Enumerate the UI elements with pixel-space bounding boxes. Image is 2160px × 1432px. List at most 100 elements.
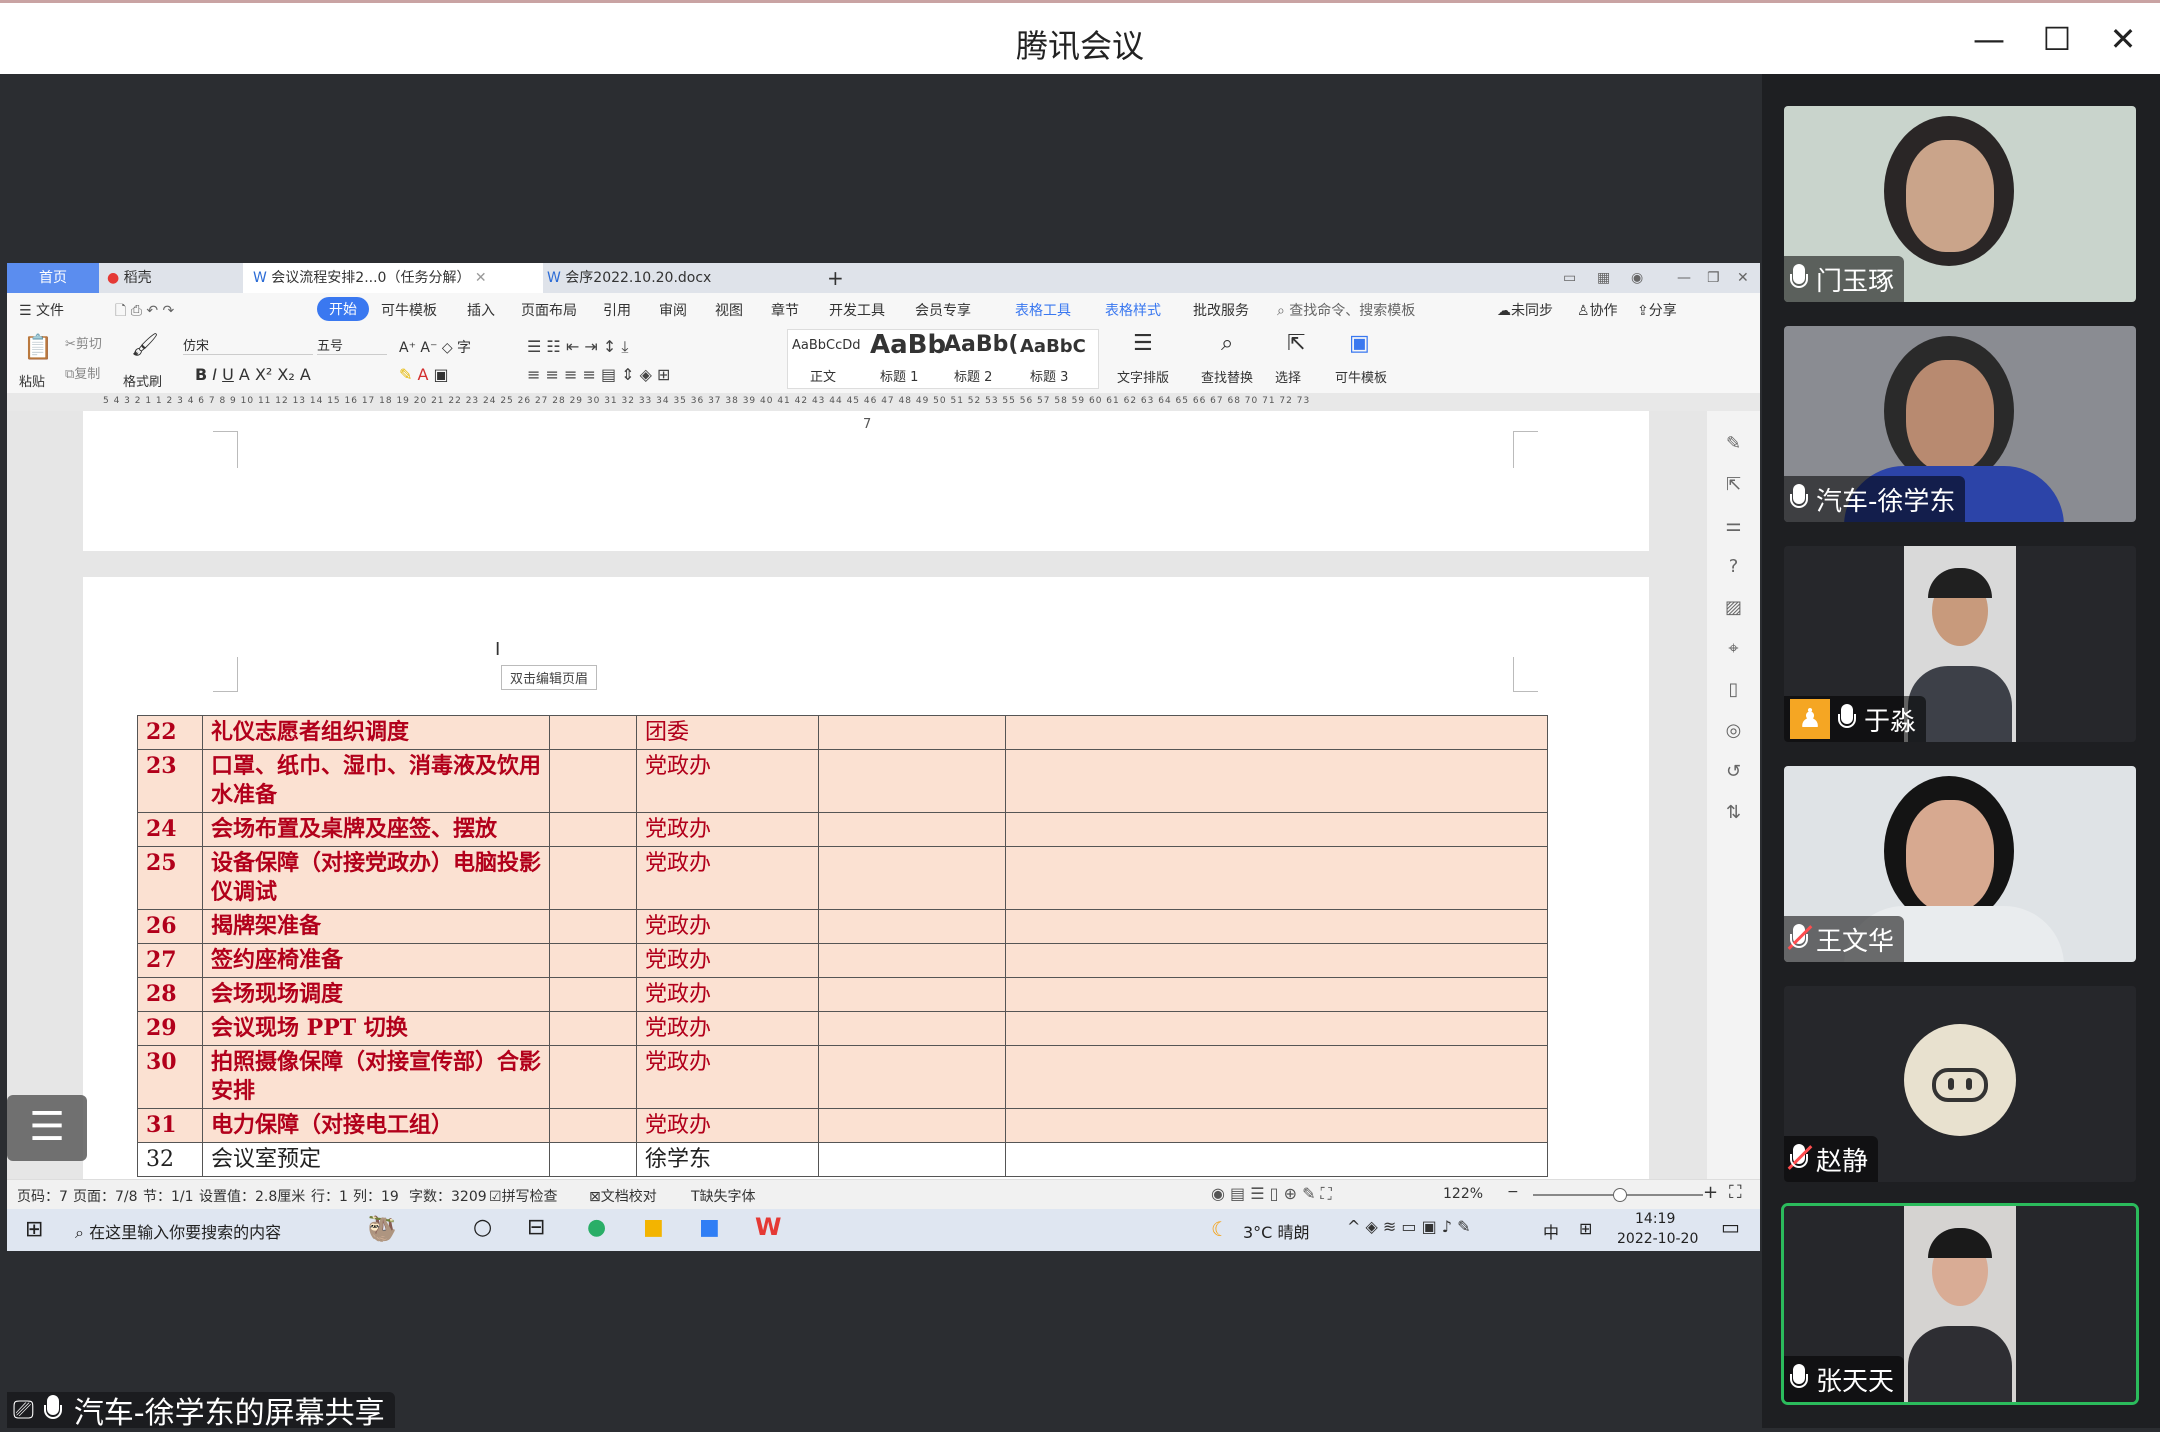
font-select[interactable]: 仿宋 [183, 335, 313, 355]
tab-doc2[interactable]: W 会序2022.10.20.docx [537, 263, 721, 293]
sort-icon[interactable]: ⇅ [1707, 792, 1760, 833]
avatar-icon[interactable]: ◉ [1621, 263, 1653, 293]
table-row[interactable]: 26 揭牌架准备 党政办 [137, 909, 1548, 944]
table-cell-empty[interactable] [818, 943, 1006, 978]
table-cell-no[interactable]: 30 [137, 1045, 203, 1109]
table-cell-no[interactable]: 23 [137, 749, 203, 813]
table-cell-dept[interactable]: 党政办 [636, 812, 819, 847]
table-cell-dept[interactable]: 党政办 [636, 977, 819, 1012]
paste-icon[interactable]: 📋 [23, 333, 53, 361]
missing-font-button[interactable]: T缺失字体 [691, 1186, 756, 1206]
tab-close-icon[interactable]: ✕ [475, 270, 487, 286]
table-cell-empty[interactable] [818, 749, 1006, 813]
horizontal-ruler[interactable]: 5 4 3 2 1 1 2 3 4 6 7 8 9 10 11 12 13 14… [7, 393, 1760, 411]
table-cell-task[interactable]: 揭牌架准备 [202, 909, 550, 944]
clock-time[interactable]: 14:19 [1635, 1211, 1675, 1227]
text-layout-icon[interactable]: ☰ [1133, 331, 1153, 356]
font-size-adjust-buttons[interactable]: A⁺ A⁻ ◇ 字 [399, 337, 471, 357]
table-cell-empty[interactable] [1005, 812, 1548, 847]
pen-icon[interactable]: ✎ [1707, 423, 1760, 464]
style-h3[interactable]: 标题 3 [1030, 366, 1068, 385]
meeting-app-icon[interactable]: ■ [699, 1215, 720, 1240]
table-cell-empty[interactable] [1005, 977, 1548, 1012]
highlight-color-buttons[interactable]: ✎ A ▣ [399, 365, 449, 384]
taskbar-search[interactable]: ⌕ 在这里输入你要搜索的内容 [75, 1219, 281, 1243]
wps-minimize-icon[interactable]: — [1667, 263, 1701, 293]
template-button[interactable]: 可牛模板 [1335, 367, 1387, 386]
menu-start[interactable]: 开始 [317, 297, 369, 321]
wechat-icon[interactable]: ● [587, 1215, 606, 1240]
table-cell-empty[interactable] [549, 977, 637, 1012]
table-cell-empty[interactable] [818, 1142, 1006, 1177]
style-h1[interactable]: 标题 1 [880, 366, 918, 385]
table-cell-empty[interactable] [1005, 909, 1548, 944]
share-button[interactable]: ⇪分享 [1637, 300, 1677, 320]
copy-button[interactable]: ⧉复制 [65, 363, 100, 382]
participant-tile[interactable]: 王文华 [1784, 766, 2136, 962]
collab-button[interactable]: ♙协作 [1577, 300, 1618, 320]
table-cell-empty[interactable] [1005, 1108, 1548, 1143]
tab-daoke[interactable]: ● 稻壳 [97, 263, 162, 293]
table-cell-empty[interactable] [1005, 846, 1548, 910]
table-cell-empty[interactable] [549, 846, 637, 910]
tab-home[interactable]: 首页 [7, 263, 99, 293]
format-painter-button[interactable]: 格式刷 [123, 371, 162, 390]
table-row[interactable]: 31 电力保障（对接电工组） 党政办 [137, 1108, 1548, 1143]
clock-date[interactable]: 2022-10-20 [1617, 1231, 1698, 1247]
spell-check-button[interactable]: ☑拼写检查 [489, 1186, 558, 1206]
grid-icon[interactable]: ▦ [1587, 263, 1620, 293]
table-cell-task[interactable]: 会议室预定 [202, 1142, 550, 1177]
table-row[interactable]: 24 会场布置及桌牌及座签、摆放 党政办 [137, 812, 1548, 847]
table-row[interactable]: 32 会议室预定 徐学东 [137, 1142, 1548, 1177]
table-cell-task[interactable]: 会场布置及桌牌及座签、摆放 [202, 812, 550, 847]
table-cell-dept[interactable]: 党政办 [636, 749, 819, 813]
table-cell-dept[interactable]: 党政办 [636, 1011, 819, 1046]
table-cell-empty[interactable] [818, 909, 1006, 944]
menu-review[interactable]: 审阅 [659, 300, 687, 320]
book-icon[interactable]: ▯ [1707, 669, 1760, 710]
table-cell-dept[interactable]: 徐学东 [636, 1142, 819, 1177]
table-cell-dept[interactable]: 团委 [636, 715, 819, 750]
menu-layout[interactable]: 页面布局 [521, 300, 577, 320]
table-cell-empty[interactable] [1005, 749, 1548, 813]
proof-button[interactable]: ⊠文档校对 [589, 1186, 657, 1206]
menu-tabletools[interactable]: 表格工具 [1015, 300, 1071, 320]
table-cell-empty[interactable] [818, 812, 1006, 847]
quick-access-icons[interactable]: 🗋 ⎙ ↶ ↷ [115, 300, 174, 324]
fullscreen-icon[interactable]: ⛶ [1729, 1182, 1742, 1203]
help-icon[interactable]: ? [1707, 546, 1760, 587]
find-replace-button[interactable]: 查找替换 [1201, 367, 1253, 386]
search-command[interactable]: ⌕ 查找命令、搜索模板 [1277, 300, 1415, 320]
menu-member[interactable]: 会员专享 [915, 300, 971, 320]
new-tab-button[interactable]: + [817, 263, 854, 293]
zoom-out-icon[interactable]: − [1507, 1184, 1519, 1200]
table-cell-empty[interactable] [818, 1011, 1006, 1046]
text-format-buttons[interactable]: B I U A X² X₂ A [195, 365, 311, 384]
menu-tablestyle[interactable]: 表格样式 [1105, 300, 1161, 320]
table-cell-task[interactable]: 口罩、纸巾、湿巾、消毒液及饮用水准备 [202, 749, 550, 813]
paste-button[interactable]: 粘贴 [19, 371, 45, 390]
table-cell-no[interactable]: 27 [137, 943, 203, 978]
table-cell-empty[interactable] [1005, 1142, 1548, 1177]
participant-tile[interactable]: 门玉琢 [1784, 106, 2136, 302]
zoom-level[interactable]: 122% [1443, 1186, 1483, 1202]
table-cell-empty[interactable] [1005, 1011, 1548, 1046]
table-cell-task[interactable]: 设备保障（对接党政办）电脑投影仪调试 [202, 846, 550, 910]
table-cell-empty[interactable] [549, 1045, 637, 1109]
table-cell-empty[interactable] [818, 715, 1006, 750]
table-cell-no[interactable]: 31 [137, 1108, 203, 1143]
table-cell-task[interactable]: 电力保障（对接电工组） [202, 1108, 550, 1143]
close-button[interactable]: ✕ [2098, 17, 2148, 61]
pointer-icon[interactable]: ⇱ [1707, 464, 1760, 505]
tab-doc1[interactable]: W 会议流程安排2...0（任务分解） ✕ [243, 263, 543, 293]
menu-file[interactable]: ☰ 文件 [19, 300, 64, 320]
location-icon[interactable]: ⌖ [1707, 628, 1760, 669]
table-cell-no[interactable]: 25 [137, 846, 203, 910]
table-cell-task[interactable]: 拍照摄像保障（对接宣传部）合影安排 [202, 1045, 550, 1109]
table-cell-dept[interactable]: 党政办 [636, 909, 819, 944]
table-row[interactable]: 22 礼仪志愿者组织调度 团委 [137, 715, 1548, 750]
table-cell-task[interactable]: 签约座椅准备 [202, 943, 550, 978]
image-icon[interactable]: ▨ [1707, 587, 1760, 628]
zoom-slider[interactable] [1533, 1188, 1703, 1202]
table-cell-empty[interactable] [1005, 715, 1548, 750]
